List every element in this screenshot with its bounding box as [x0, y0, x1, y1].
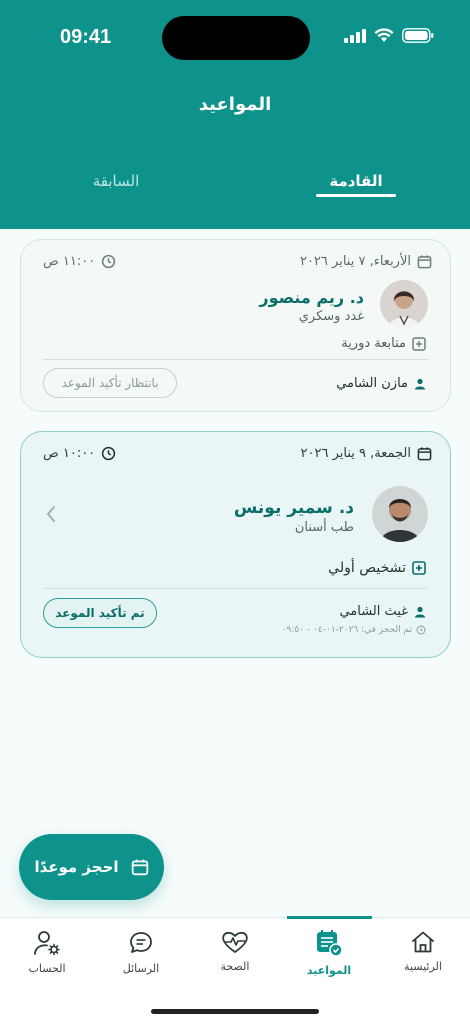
tab-label: السابقة [92, 172, 140, 190]
tabbar-label: الرسائل [122, 962, 160, 975]
signal-icon [344, 28, 366, 43]
person-icon [415, 606, 425, 617]
calendar-icon [417, 255, 432, 269]
doctor-avatar [372, 486, 428, 542]
booked-at-text: تم الحجز في: ٢٠٢٦-٠١-٠٤ - ٠٩:٥٠ [281, 625, 412, 635]
doctor-specialty: غدد وسكري [298, 309, 364, 324]
chevron-left-icon[interactable] [45, 504, 57, 528]
time-text: ١٠:٠٠ ص [43, 446, 96, 461]
page-title: المواعيد [198, 94, 272, 115]
tab-past[interactable]: السابقة [80, 172, 152, 190]
appointment-card[interactable]: الأربعاء, ٧ يناير ٢٠٢٦ ١١:٠٠ ص د. ريم من… [20, 239, 451, 412]
header: 09:41 المواعيد القادمة السابقة [0, 0, 470, 229]
tabbar-label: الرئيسية [404, 960, 442, 973]
date-text: الأربعاء, ٧ يناير ٢٠٢٦ [299, 254, 411, 269]
doctor-name: د. سمير يونس [233, 498, 354, 518]
patient-name: غيث الشامي [339, 604, 408, 619]
tab-active-indicator [287, 916, 372, 919]
doctor-specialty: طب أسنان [294, 520, 354, 535]
plus-square-icon [412, 561, 426, 575]
appointments-list[interactable]: الأربعاء, ٧ يناير ٢٠٢٦ ١١:٠٠ ص د. ريم من… [0, 229, 470, 919]
tab-label: القادمة [329, 172, 383, 190]
status-badge-pending[interactable]: بانتظار تأكيد الموعد [43, 368, 177, 398]
patient: مازن الشامي [336, 376, 426, 391]
tabbar-label: الحساب [28, 962, 66, 975]
tabbar-item-health[interactable]: الصحة [190, 930, 280, 973]
time-text: ١١:٠٠ ص [43, 254, 96, 269]
home-icon [412, 931, 434, 953]
appointment-date: الأربعاء, ٧ يناير ٢٠٢٦ [300, 254, 432, 269]
tabbar-item-appointments[interactable]: المواعيد [284, 928, 374, 977]
plus-square-icon [412, 336, 426, 351]
calendar-icon [417, 447, 432, 461]
tabbar-item-account[interactable]: الحساب [2, 930, 92, 975]
home-indicator [151, 1009, 319, 1014]
tabbar-item-messages[interactable]: الرسائل [96, 930, 186, 975]
patient: غيث الشامي [339, 604, 426, 619]
divider [43, 588, 428, 589]
history-icon [416, 625, 426, 635]
person-icon [415, 378, 425, 389]
status-time: 09:41 [60, 26, 112, 48]
book-appointment-label: احجز موعدًا [34, 858, 119, 876]
battery-icon [402, 28, 434, 43]
doctor-name: د. ريم منصور [259, 288, 364, 307]
appointment-time: ١١:٠٠ ص [43, 254, 116, 269]
status-icons [344, 28, 434, 43]
visit-type: تشخيص أولي [328, 560, 426, 576]
status-badge-confirmed[interactable]: تم تأكيد الموعد [43, 598, 157, 628]
tab-active-indicator [316, 194, 396, 197]
tabbar-label: الصحة [220, 960, 250, 973]
calendar-icon [131, 859, 148, 876]
divider [43, 359, 428, 360]
user-gear-icon [34, 931, 60, 956]
dynamic-island [162, 16, 310, 60]
bottom-tab-bar: الرئيسية المواعيد الصحة الرسائل الحساب [0, 916, 470, 1024]
tabbar-label: المواعيد [306, 964, 352, 977]
booked-at: تم الحجز في: ٢٠٢٦-٠١-٠٤ - ٠٩:٥٠ [282, 625, 426, 635]
heart-pulse-icon [222, 931, 248, 953]
chat-icon [130, 932, 152, 953]
visit-type-text: متابعة دورية [341, 336, 406, 351]
visit-type-text: تشخيص أولي [328, 560, 406, 576]
visit-type: متابعة دورية [341, 336, 426, 351]
tabbar-item-home[interactable]: الرئيسية [378, 930, 468, 973]
doctor-avatar [380, 280, 428, 328]
appointment-date: الجمعة, ٩ يناير ٢٠٢٦ [301, 446, 432, 461]
clock-icon [102, 254, 116, 269]
date-text: الجمعة, ٩ يناير ٢٠٢٦ [300, 446, 411, 461]
appointment-time: ١٠:٠٠ ص [43, 446, 116, 461]
book-appointment-button[interactable]: احجز موعدًا [19, 834, 164, 900]
calendar-check-icon [317, 930, 343, 957]
wifi-icon [374, 28, 394, 42]
appointment-card[interactable]: الجمعة, ٩ يناير ٢٠٢٦ ١٠:٠٠ ص د. سمير يون… [20, 431, 451, 658]
clock-icon [102, 446, 116, 461]
tab-upcoming[interactable]: القادمة [316, 172, 396, 197]
patient-name: مازن الشامي [336, 376, 408, 391]
